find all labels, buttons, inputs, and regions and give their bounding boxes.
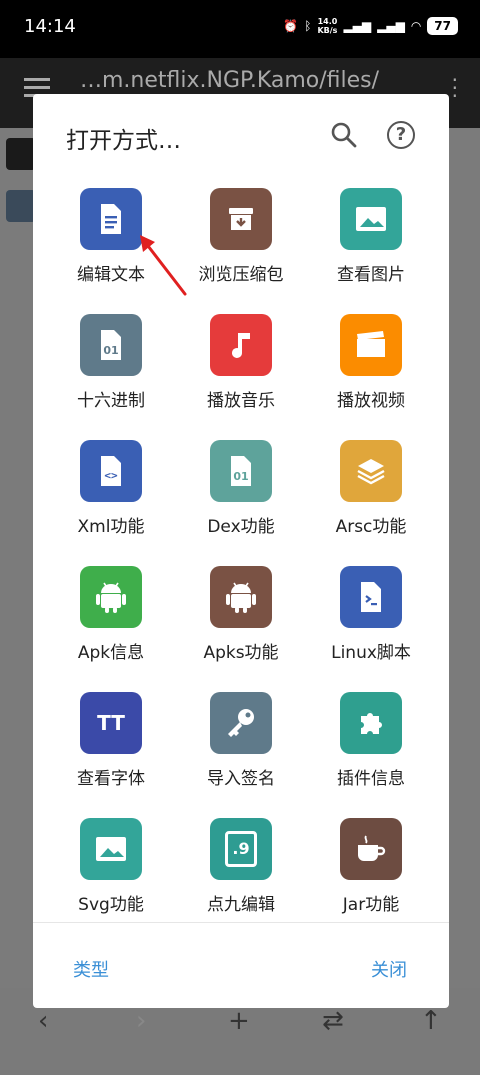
signal-icon: ▂▄▆ [343, 19, 372, 33]
annotation-arrow [140, 235, 187, 296]
dex-file-icon: 01 [210, 440, 272, 502]
back-icon: ‹ [38, 1006, 49, 1036]
up-icon: ↑ [420, 1006, 442, 1036]
open-with-item-label: Apk信息 [77, 643, 145, 663]
open-with-item[interactable]: Svg功能 [41, 812, 181, 920]
open-with-item[interactable]: <> Xml功能 [41, 434, 181, 554]
swap-icon: ⇄ [322, 1006, 344, 1036]
open-with-item[interactable]: 播放视频 [301, 308, 441, 428]
open-with-item[interactable]: 01 Dex功能 [171, 434, 311, 554]
open-with-item-label: 插件信息 [337, 769, 405, 789]
image-icon [80, 818, 142, 880]
alarm-icon: ⏰ [283, 19, 299, 33]
script-file-icon [340, 566, 402, 628]
puzzle-icon [340, 692, 402, 754]
document-icon [80, 188, 142, 250]
open-with-item-label: Dex功能 [207, 517, 275, 537]
dialog-title: 打开方式… [66, 128, 181, 154]
open-with-item[interactable]: Linux脚本 [301, 560, 441, 680]
font-icon: TT [80, 692, 142, 754]
network-speed: 14.0 KB/s [317, 17, 338, 35]
music-icon [210, 314, 272, 376]
background-path: …m.netflix.NGP.Kamo/files/ [80, 68, 380, 93]
type-button[interactable]: 类型 [73, 956, 109, 982]
status-bar: 14:14 ⏰ ᛒ 14.0 KB/s ▂▄▆ ▂▄▆ ◠ 77 [0, 0, 480, 58]
open-with-item[interactable]: 导入签名 [171, 686, 311, 806]
image-icon [340, 188, 402, 250]
android-icon [210, 566, 272, 628]
open-with-item-label: 播放视频 [337, 391, 405, 411]
open-with-dialog: 打开方式… ? 编辑文本 浏览压缩包 查看图片 01 十六进制 播放音乐 播放视频 <> Xml… [33, 94, 449, 1008]
layers-icon [340, 440, 402, 502]
app-grid: 编辑文本 浏览压缩包 查看图片 01 十六进制 播放音乐 播放视频 <> Xml功能 01 Dex功… [33, 182, 449, 920]
open-with-item[interactable]: TT 查看字体 [41, 686, 181, 806]
open-with-item-label: Jar功能 [342, 895, 400, 915]
open-with-item-label: Apks功能 [203, 643, 279, 663]
open-with-item[interactable]: 播放音乐 [171, 308, 311, 428]
open-with-item[interactable]: Apk信息 [41, 560, 181, 680]
search-icon[interactable] [329, 120, 359, 150]
open-with-item-label: Arsc功能 [335, 517, 407, 537]
battery-indicator: 77 [427, 17, 458, 35]
open-with-item-label: 十六进制 [77, 391, 145, 411]
svg-text:<>: <> [104, 469, 118, 482]
folder-icon [6, 138, 36, 170]
open-with-item-label: 查看图片 [337, 265, 405, 285]
open-with-item-label: Svg功能 [78, 895, 144, 915]
open-with-item-label: 导入签名 [207, 769, 275, 789]
signal-icon-2: ▂▄▆ [377, 19, 405, 33]
forward-icon: › [136, 1006, 147, 1036]
dialog-divider [33, 922, 449, 923]
open-with-item[interactable]: 插件信息 [301, 686, 441, 806]
close-button[interactable]: 关闭 [371, 956, 407, 982]
svg-text:01: 01 [233, 470, 248, 483]
open-with-item-label: Linux脚本 [331, 643, 411, 663]
open-with-item[interactable]: Jar功能 [301, 812, 441, 920]
open-with-item[interactable]: .9 点九编辑 [171, 812, 311, 920]
open-with-item-label: 点九编辑 [207, 895, 275, 915]
status-icons: ⏰ ᛒ 14.0 KB/s ▂▄▆ ▂▄▆ ◠ 77 [283, 17, 458, 35]
open-with-item[interactable]: Apks功能 [171, 560, 311, 680]
open-with-item-label: Xml功能 [77, 517, 145, 537]
svg-text:01: 01 [103, 344, 118, 357]
open-with-item[interactable]: 查看图片 [301, 182, 441, 302]
android-icon [80, 566, 142, 628]
add-icon: + [228, 1006, 250, 1036]
status-time: 14:14 [24, 16, 76, 37]
open-with-item-label: 查看字体 [77, 769, 145, 789]
open-with-item[interactable]: Arsc功能 [301, 434, 441, 554]
help-icon[interactable]: ? [387, 121, 415, 149]
archive-icon [210, 188, 272, 250]
open-with-item[interactable]: 01 十六进制 [41, 308, 181, 428]
ninepatch-icon: .9 [210, 818, 272, 880]
key-icon [210, 692, 272, 754]
bluetooth-icon: ᛒ [304, 19, 312, 33]
wifi-icon: ◠ [410, 19, 422, 33]
coffee-icon [340, 818, 402, 880]
more-options-icon: · · · [451, 68, 458, 108]
video-icon [340, 314, 402, 376]
file-icon [6, 190, 36, 222]
xml-file-icon: <> [80, 440, 142, 502]
open-with-item-label: 播放音乐 [207, 391, 275, 411]
hex-file-icon: 01 [80, 314, 142, 376]
